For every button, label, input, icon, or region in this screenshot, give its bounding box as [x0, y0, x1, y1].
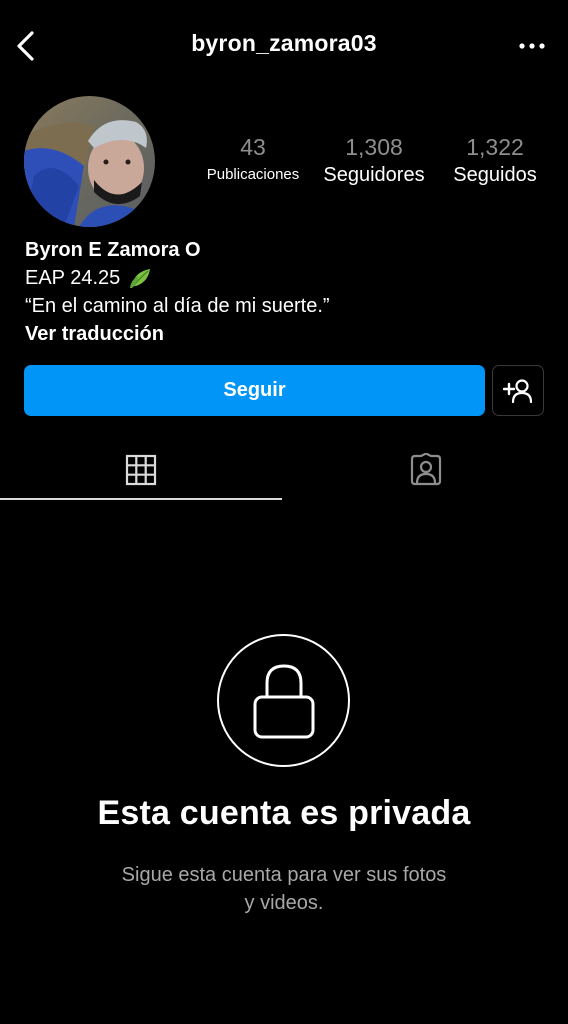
tagged-person-icon [410, 453, 442, 486]
bio-line: EAP 24.25 [25, 264, 545, 292]
bio-quote: “En el camino al día de mi suerte.” [25, 295, 330, 317]
private-subtitle-line-2: y videos. [244, 892, 324, 914]
posts-count: 43 [240, 134, 266, 160]
lock-icon [253, 663, 314, 738]
posts-label: Publicaciones [206, 166, 300, 183]
more-options-button[interactable] [514, 30, 550, 62]
followers-count: 1,308 [345, 134, 403, 160]
followers-label: Seguidores [323, 164, 425, 186]
add-person-icon [503, 378, 533, 403]
following-count: 1,322 [466, 134, 524, 160]
posts-stat[interactable]: 43 Publicaciones [198, 132, 308, 188]
follow-button[interactable]: Seguir [24, 365, 485, 416]
active-tab-indicator [0, 498, 282, 500]
tab-posts-grid[interactable] [0, 440, 282, 500]
leaf-emoji [130, 269, 151, 288]
profile-page: byron_zamora03 43 Publicaciones 1,308 Se… [0, 0, 568, 1024]
more-horizontal-icon [519, 43, 545, 49]
private-lock-badge [217, 634, 350, 767]
bio-text: EAP 24.25 [25, 267, 121, 289]
private-account-subtitle: Sigue esta cuenta para ver sus fotos y v… [84, 861, 484, 917]
top-bar: byron_zamora03 [0, 0, 568, 92]
private-account-title: Esta cuenta es privada [97, 794, 471, 832]
profile-username: byron_zamora03 [191, 30, 377, 56]
followers-stat[interactable]: 1,308 Seguidores [318, 132, 430, 188]
profile-full-name: Byron E Zamora O [25, 239, 201, 261]
grid-icon [125, 454, 157, 486]
following-label: Seguidos [453, 164, 537, 186]
tab-tagged[interactable] [284, 440, 568, 500]
suggested-accounts-button[interactable] [492, 365, 544, 416]
following-stat[interactable]: 1,322 Seguidos [446, 132, 544, 188]
private-subtitle-line-1: Sigue esta cuenta para ver sus fotos [121, 864, 447, 886]
profile-bio: Byron E Zamora O EAP 24.25 “En el camino… [25, 236, 545, 348]
profile-stats: 43 Publicaciones 1,308 Seguidores 1,322 … [0, 132, 568, 192]
see-translation-link[interactable]: Ver traducción [25, 320, 545, 348]
